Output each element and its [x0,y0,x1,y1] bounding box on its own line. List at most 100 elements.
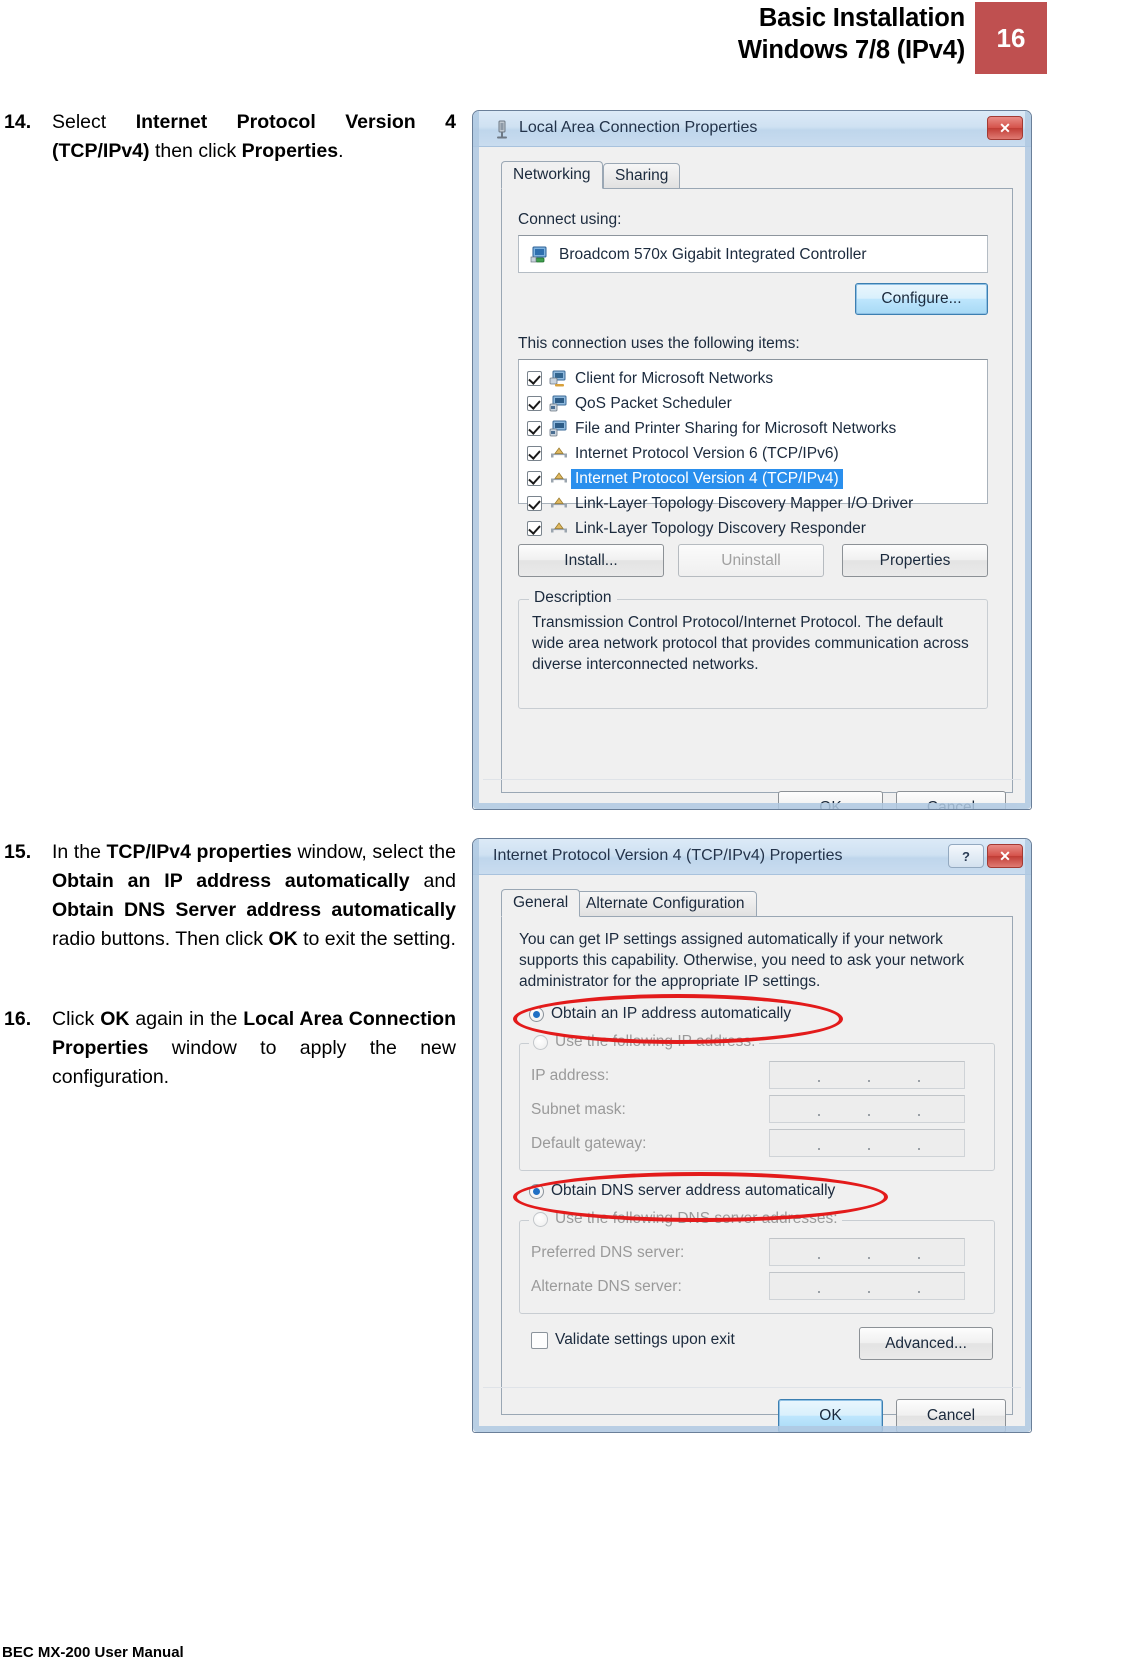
uninstall-button: Uninstall [678,544,824,577]
list-item-label: Internet Protocol Version 6 (TCP/IPv6) [575,444,839,462]
list-item-label: Link-Layer Topology Discovery Responder [575,519,866,537]
tab-alternate-configuration[interactable]: Alternate Configuration [574,891,757,917]
close-icon[interactable]: ✕ [987,116,1023,140]
list-item[interactable]: Link-Layer Topology Discovery Mapper I/O… [527,491,913,516]
install-button[interactable]: Install... [518,544,664,577]
cancel-button[interactable]: Cancel [896,791,1006,809]
step-16-text: Click OK again in the Local Area Connect… [52,1008,456,1088]
checkbox[interactable] [527,521,542,536]
step-14: 14. Select Internet Protocol Version 4 (… [4,108,456,166]
network-adapter-icon [497,120,507,139]
tab-bar: General Alternate Configuration [501,889,1013,917]
ip-address-input[interactable] [769,1061,965,1089]
subnet-mask-label: Subnet mask: [531,1101,626,1118]
radio-obtain-ip-automatically[interactable]: Obtain an IP address automatically [529,1005,791,1023]
tab-networking[interactable]: Networking [501,161,603,189]
dialog-titlebar[interactable]: Internet Protocol Version 4 (TCP/IPv4) P… [473,839,1031,875]
list-item-label: Client for Microsoft Networks [575,369,774,387]
protocol-icon [549,520,569,538]
tcpip4-properties-dialog: Internet Protocol Version 4 (TCP/IPv4) P… [472,838,1032,1433]
list-item-label: Link-Layer Topology Discovery Mapper I/O… [575,494,914,512]
radio-use-following-ip[interactable]: Use the following IP address: [529,1033,760,1051]
radio-indicator[interactable] [529,1183,544,1199]
checkbox[interactable] [527,371,542,386]
dialog-title: Internet Protocol Version 4 (TCP/IPv4) P… [493,847,843,864]
adapter-name: Broadcom 570x Gigabit Integrated Control… [559,246,867,263]
step-15-text: In the TCP/IPv4 properties window, selec… [52,841,457,950]
step-16-number: 16. [4,1008,32,1030]
list-item-label: QoS Packet Scheduler [575,394,732,412]
checkbox[interactable] [527,421,542,436]
configure-button[interactable]: Configure... [855,283,988,315]
default-gateway-label: Default gateway: [531,1135,647,1152]
checkbox[interactable] [527,496,542,511]
alternate-dns-input[interactable] [769,1272,965,1300]
cancel-button[interactable]: Cancel [896,1399,1006,1432]
page-title-line2: Windows 7/8 (IPv4) [737,36,965,64]
list-item[interactable]: File and Printer Sharing for Microsoft N… [527,416,896,441]
step-15-number: 15. [4,841,32,863]
list-item-selected[interactable]: Internet Protocol Version 4 (TCP/IPv4) [527,466,843,491]
radio-indicator[interactable] [533,1211,548,1227]
list-item[interactable]: Client for Microsoft Networks [527,366,773,391]
list-item-label: File and Printer Sharing for Microsoft N… [575,419,897,437]
subnet-mask-input[interactable] [769,1095,965,1123]
checkbox-label: Validate settings upon exit [555,1331,735,1348]
protocol-icon [549,470,569,488]
checkbox[interactable] [531,1331,548,1349]
default-gateway-input[interactable] [769,1129,965,1157]
footer-divider [483,1387,1021,1388]
radio-label: Use the following DNS server addresses: [555,1210,838,1227]
dialog-body: General Alternate Configuration You can … [473,875,1031,1432]
local-area-connection-properties-dialog: Local Area Connection Properties ✕ Netwo… [472,110,1032,810]
radio-indicator[interactable] [533,1034,548,1050]
radio-label: Obtain an IP address automatically [551,1005,792,1022]
tab-general[interactable]: General [501,889,581,917]
checkbox[interactable] [527,396,542,411]
list-item[interactable]: QoS Packet Scheduler [527,391,732,416]
preferred-dns-label: Preferred DNS server: [531,1244,685,1261]
description-groupbox: Description Transmission Control Protoco… [518,589,988,709]
tab-bar: Networking Sharing [501,161,1013,189]
radio-obtain-dns-automatically[interactable]: Obtain DNS server address automatically [529,1182,835,1200]
protocol-icon [549,495,569,513]
protocol-icon [549,445,569,463]
intro-text: You can get IP settings assigned automat… [519,931,965,990]
alternate-dns-label: Alternate DNS server: [531,1278,682,1295]
validate-settings-checkbox[interactable]: Validate settings upon exit [531,1331,735,1349]
list-item[interactable]: Internet Protocol Version 6 (TCP/IPv6) [527,441,839,466]
description-text: Transmission Control Protocol/Internet P… [532,614,969,673]
help-icon[interactable]: ? [948,844,984,868]
ok-button[interactable]: OK [778,1399,883,1432]
items-label: This connection uses the following items… [518,335,800,352]
adapter-combobox[interactable]: Broadcom 570x Gigabit Integrated Control… [518,235,988,273]
advanced-button[interactable]: Advanced... [859,1327,993,1360]
properties-button[interactable]: Properties [842,544,988,577]
step-15: 15. In the TCP/IPv4 properties window, s… [4,838,456,954]
page-header: Basic Installation Windows 7/8 (IPv4) 16 [0,0,1121,78]
tab-sharing[interactable]: Sharing [603,163,681,189]
description-group-title: Description [529,589,617,607]
checkbox[interactable] [527,446,542,461]
list-item[interactable]: Link-Layer Topology Discovery Responder [527,516,866,541]
preferred-dns-input[interactable] [769,1238,965,1266]
checkbox[interactable] [527,471,542,486]
radio-label: Obtain DNS server address automatically [551,1182,836,1199]
dialog-titlebar[interactable]: Local Area Connection Properties ✕ [473,111,1031,147]
radio-use-following-dns[interactable]: Use the following DNS server addresses: [529,1210,842,1228]
close-icon[interactable]: ✕ [987,844,1023,868]
step-14-text: Select Internet Protocol Version 4 (TCP/… [52,111,457,162]
ip-address-label: IP address: [531,1067,610,1084]
radio-indicator[interactable] [529,1006,544,1022]
components-list[interactable]: Client for Microsoft Networks QoS Packet… [518,359,988,537]
step-16: 16. Click OK again in the Local Area Con… [4,1005,456,1092]
footer-divider [483,779,1021,780]
footer-text: BEC MX-200 User Manual [2,1644,184,1661]
dialog-body: Networking Sharing Connect using: Broadc… [473,147,1031,809]
step-14-number: 14. [4,111,32,133]
ok-button[interactable]: OK [778,791,883,809]
list-item-label: Internet Protocol Version 4 (TCP/IPv4) [571,468,843,489]
dialog-title: Local Area Connection Properties [519,119,758,136]
page-title: Basic Installation Windows 7/8 (IPv4) [738,2,965,66]
titlebar-buttons: ✕ [987,116,1023,140]
